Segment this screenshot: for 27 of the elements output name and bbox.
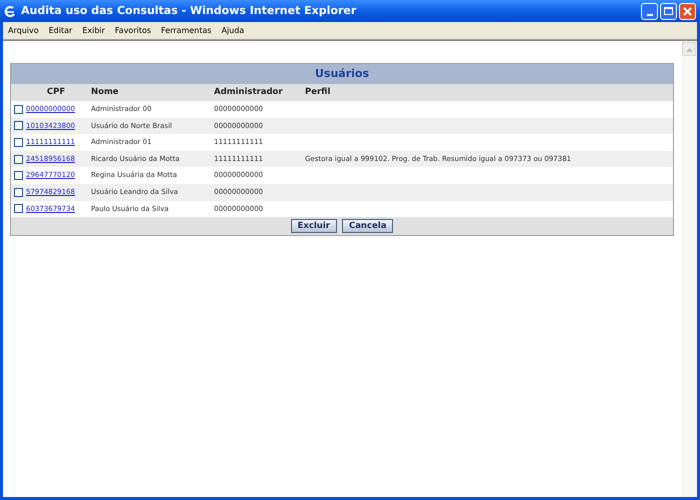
column-header: Administrador (214, 86, 284, 99)
row-checkbox[interactable] (14, 204, 23, 214)
window-title: Audita uso das Consultas - Windows Internet Explorer (21, 2, 356, 19)
row-checkbox[interactable] (14, 171, 23, 180)
row-checkbox[interactable] (14, 154, 23, 164)
menu-item[interactable]: Ferramentas (161, 24, 212, 36)
close-icon (683, 6, 692, 16)
action-button[interactable]: Excluir (290, 219, 337, 234)
menu-item[interactable]: Arquivo (8, 24, 39, 36)
column-header: Perfil (305, 86, 332, 99)
arrow-up-icon (686, 46, 692, 52)
menu-item[interactable]: Favoritos (114, 24, 152, 36)
menu-item[interactable]: Ajuda (221, 24, 244, 36)
close-button[interactable] (679, 2, 696, 20)
browser-icon (4, 4, 17, 18)
column-header: CPF (46, 86, 66, 99)
menu-item[interactable]: Exibir (82, 24, 105, 36)
row-checkbox[interactable] (14, 121, 23, 130)
maximize-button[interactable] (660, 2, 677, 20)
panel-title: Usuários (314, 66, 370, 82)
minimize-button[interactable] (641, 2, 658, 20)
row-checkbox[interactable] (14, 104, 23, 114)
menu-item[interactable]: Editar (48, 24, 72, 36)
column-header: Nome (91, 86, 120, 99)
action-button[interactable]: Cancela (342, 219, 394, 234)
row-checkbox[interactable] (14, 138, 23, 147)
row-checkbox[interactable] (14, 188, 23, 197)
